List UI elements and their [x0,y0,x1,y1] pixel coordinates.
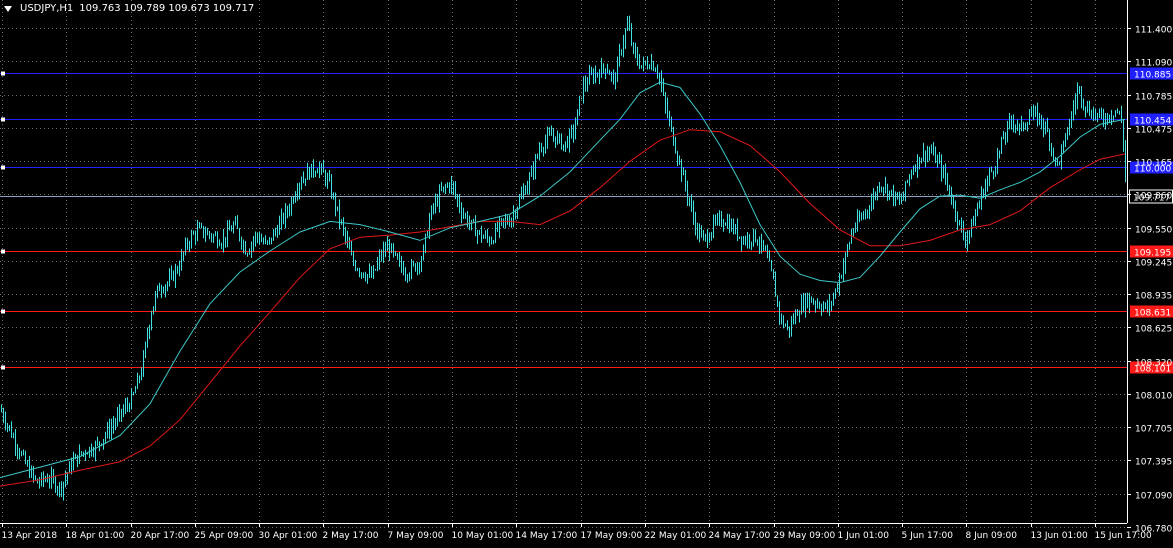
grid [0,0,1127,528]
x-tick-label: 10 May 01:00 [452,531,514,541]
level-handle-icon[interactable] [1,309,5,314]
y-tick-label: 107.395 [1135,458,1172,468]
x-tick-label: 29 May 09:00 [774,531,836,541]
level-price-label: 108.631 [1134,309,1171,319]
y-tick-label: 109.550 [1135,226,1172,236]
y-tick-label: 108.625 [1135,325,1172,335]
y-tick-label: 107.090 [1135,492,1172,502]
x-tick-label: 18 Apr 01:00 [66,531,125,541]
y-tick-label: 107.705 [1135,425,1172,435]
x-tick-label: 24 May 17:00 [709,531,771,541]
symbol-label: USDJPY,H1 [20,3,74,14]
x-tick-label: 20 Apr 17:00 [131,531,190,541]
x-tick-label: 13 Jun 01:00 [1031,531,1088,541]
x-tick-label: 5 Jun 17:00 [902,531,954,541]
slow-moving-average-line [0,129,1126,487]
level-price-label: 110.885 [1134,71,1171,81]
level-handle-icon[interactable] [1,165,5,170]
x-tick-label: 14 May 17:00 [516,531,578,541]
y-tick-label: 109.245 [1135,259,1172,269]
y-tick-label: 110.475 [1135,126,1172,136]
y-tick-label: 108.320 [1135,359,1172,369]
x-tick-label: 1 Jun 01:00 [838,531,890,541]
y-tick-label: 109.860 [1135,192,1172,202]
y-tick-label: 111.090 [1135,59,1172,69]
x-tick-label: 17 May 09:00 [581,531,643,541]
y-tick-label: 108.010 [1135,392,1172,402]
x-tick-label: 22 May 01:00 [645,531,707,541]
x-tick-label: 30 Apr 01:00 [259,531,318,541]
moving-averages [0,81,1126,487]
level-handle-icon[interactable] [1,365,5,370]
x-tick-label: 8 Jun 09:00 [966,531,1018,541]
dropdown-arrow-icon[interactable] [4,5,12,12]
y-tick-label: 110.165 [1135,159,1172,169]
level-handle-icon[interactable] [1,249,5,254]
y-tick-label: 111.400 [1135,26,1172,36]
level-handle-icon[interactable] [1,117,5,122]
x-tick-label: 25 Apr 09:00 [195,531,254,541]
y-tick-label: 110.785 [1135,93,1172,103]
price-chart[interactable]: 110.885110.454110.000109.195108.631108.1… [0,0,1173,544]
x-tick-label: 13 Apr 2018 [2,531,58,541]
y-tick-label: 108.935 [1135,292,1172,302]
level-handle-icon[interactable] [1,71,5,76]
x-tick-label: 15 Jun 17:00 [1095,531,1152,541]
x-tick-label: 7 May 09:00 [388,531,444,541]
fast-moving-average-line [0,81,1126,479]
chart-area[interactable]: 110.885 110.454 110.000 109.195 108.631 108.1… [0,0,1173,544]
ohlc-values: 109.763 109.789 109.673 109.717 [79,3,255,14]
x-tick-label: 2 May 17:00 [323,531,379,541]
level-price-label: 109.195 [1134,249,1171,259]
chart-header: USDJPY,H1 109.763 109.789 109.673 109.71… [4,3,254,14]
